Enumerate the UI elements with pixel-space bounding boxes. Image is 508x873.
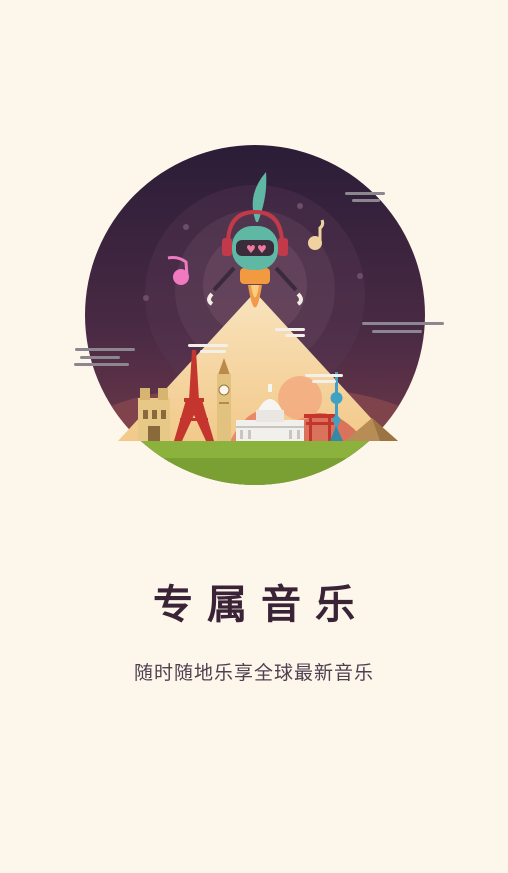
page-subtitle: 随时随地乐享全球最新音乐: [133, 662, 374, 684]
svg-text:♥: ♥: [246, 243, 256, 256]
page-title: 专属音乐: [153, 582, 369, 628]
svg-text:♥: ♥: [257, 243, 267, 256]
world-music-illustration: ♥ ♥: [74, 145, 444, 485]
onboarding-screen: ♥ ♥ 专属音乐 随时随地乐享全球最新音乐: [0, 0, 508, 873]
